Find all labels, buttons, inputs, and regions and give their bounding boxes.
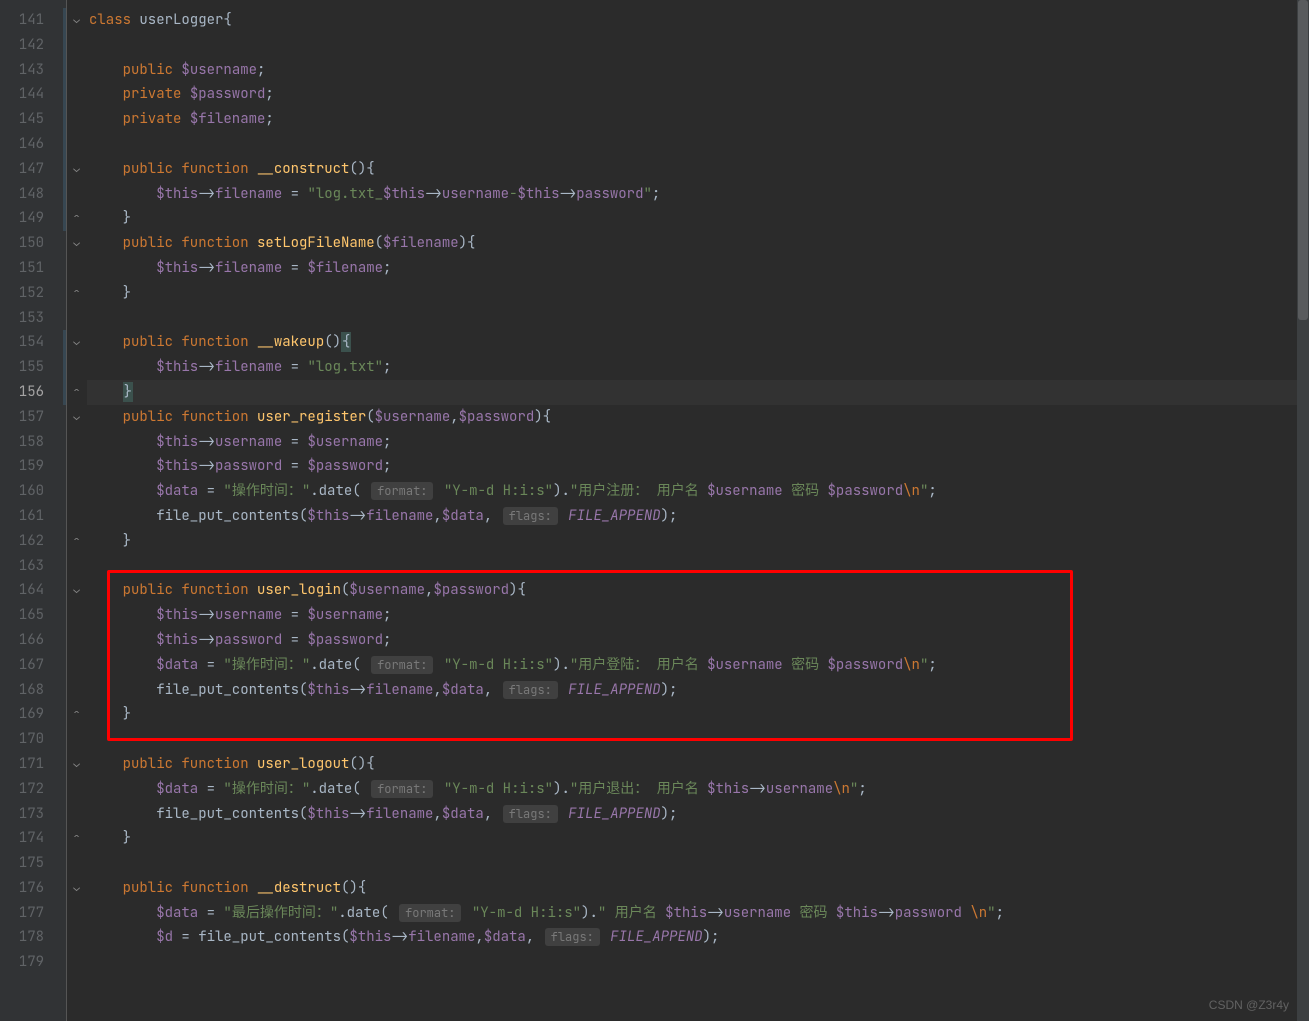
line-number[interactable]: 168 — [0, 678, 66, 703]
line-number[interactable]: 142 — [0, 33, 66, 58]
line-number[interactable]: 162 — [0, 529, 66, 554]
code-line[interactable]: $data = "最后操作时间：".date( format: "Y-m-d H… — [87, 901, 1309, 926]
code-line[interactable]: public function __construct(){ — [87, 157, 1309, 182]
code-line[interactable]: } — [87, 206, 1309, 231]
code-line[interactable]: private $filename; — [87, 107, 1309, 132]
line-number[interactable]: 151 — [0, 256, 66, 281]
code-line[interactable]: $this->filename = "log.txt_$this->userna… — [87, 182, 1309, 207]
code-line[interactable]: public function user_logout(){ — [87, 752, 1309, 777]
line-number[interactable]: 144 — [0, 82, 66, 107]
fold-open-icon[interactable]: ⌄ — [72, 884, 81, 893]
fold-open-icon[interactable]: ⌄ — [72, 413, 81, 422]
line-number[interactable]: 158 — [0, 430, 66, 455]
watermark-text: CSDN @Z3r4y — [1209, 996, 1289, 1015]
line-number[interactable]: 171 — [0, 752, 66, 777]
code-line[interactable]: public function user_register($username,… — [87, 405, 1309, 430]
fold-column[interactable]: ⌄ ⌄ ⌃ ⌄ ⌃ ⌄ ⌃ ⌄ ⌃ ⌄ ⌃ ⌄ ⌃ ⌄ — [66, 0, 87, 1021]
line-number[interactable]: 159 — [0, 454, 66, 479]
line-number[interactable]: 153 — [0, 306, 66, 331]
line-number[interactable]: 167 — [0, 653, 66, 678]
code-line[interactable]: $data = "操作时间：".date( format: "Y-m-d H:i… — [87, 479, 1309, 504]
line-number[interactable]: 164 — [0, 578, 66, 603]
fold-open-icon[interactable]: ⌄ — [72, 239, 81, 248]
line-number[interactable]: 150 — [0, 231, 66, 256]
code-line[interactable]: public function __wakeup(){ — [87, 330, 1309, 355]
line-number[interactable]: 163 — [0, 554, 66, 579]
fold-close-icon[interactable]: ⌃ — [72, 537, 81, 546]
line-number[interactable]: 178 — [0, 925, 66, 950]
line-number[interactable]: 141 — [0, 8, 66, 33]
line-number[interactable]: 155 — [0, 355, 66, 380]
line-number[interactable]: 165 — [0, 603, 66, 628]
code-line[interactable]: } — [87, 826, 1309, 851]
code-line[interactable] — [87, 950, 1309, 975]
code-line[interactable] — [87, 727, 1309, 752]
line-number[interactable]: 161 — [0, 504, 66, 529]
line-number[interactable]: 143 — [0, 58, 66, 83]
line-number[interactable]: 152 — [0, 281, 66, 306]
line-number[interactable]: 176 — [0, 876, 66, 901]
code-line[interactable]: } — [87, 281, 1309, 306]
code-line[interactable] — [87, 554, 1309, 579]
line-number[interactable]: 156 — [0, 380, 66, 405]
code-line[interactable]: public function __destruct(){ — [87, 876, 1309, 901]
line-number[interactable]: 170 — [0, 727, 66, 752]
line-number[interactable]: 175 — [0, 851, 66, 876]
line-number[interactable]: 147 — [0, 157, 66, 182]
code-line[interactable]: $this->filename = $filename; — [87, 256, 1309, 281]
line-number[interactable]: 146 — [0, 132, 66, 157]
code-line[interactable]: private $password; — [87, 82, 1309, 107]
scrollbar-thumb[interactable] — [1298, 0, 1308, 320]
fold-open-icon[interactable]: ⌄ — [72, 165, 81, 174]
code-line[interactable] — [87, 851, 1309, 876]
code-line[interactable]: public $username; — [87, 58, 1309, 83]
code-line[interactable]: class userLogger{ — [87, 8, 1309, 33]
code-line[interactable] — [87, 132, 1309, 157]
fold-open-icon[interactable]: ⌄ — [72, 16, 81, 25]
fold-close-icon[interactable]: ⌃ — [72, 710, 81, 719]
code-line[interactable]: } — [87, 529, 1309, 554]
line-number[interactable]: 179 — [0, 950, 66, 975]
line-number[interactable]: 145 — [0, 107, 66, 132]
line-number[interactable]: 166 — [0, 628, 66, 653]
line-number[interactable]: 174 — [0, 826, 66, 851]
code-line[interactable]: $this->password = $password; — [87, 454, 1309, 479]
code-editor[interactable]: 1411421431441451461471481491501511521531… — [0, 0, 1309, 1021]
fold-open-icon[interactable]: ⌄ — [72, 760, 81, 769]
line-number[interactable]: 149 — [0, 206, 66, 231]
code-line[interactable]: $this->password = $password; — [87, 628, 1309, 653]
line-number[interactable]: 160 — [0, 479, 66, 504]
fold-open-icon[interactable]: ⌄ — [72, 338, 81, 347]
fold-close-icon[interactable]: ⌃ — [72, 388, 81, 397]
fold-open-icon[interactable]: ⌄ — [72, 586, 81, 595]
code-line[interactable]: $data = "操作时间：".date( format: "Y-m-d H:i… — [87, 777, 1309, 802]
code-line[interactable]: } — [87, 380, 1309, 405]
vertical-scrollbar[interactable] — [1297, 0, 1309, 1021]
line-number[interactable]: 173 — [0, 802, 66, 827]
line-number[interactable]: 154 — [0, 330, 66, 355]
fold-close-icon[interactable]: ⌃ — [72, 214, 81, 223]
fold-close-icon[interactable]: ⌃ — [72, 834, 81, 843]
code-line[interactable]: } — [87, 702, 1309, 727]
code-line[interactable]: $d = file_put_contents($this->filename,$… — [87, 925, 1309, 950]
code-area[interactable]: class userLogger{ public $username; priv… — [87, 0, 1309, 1021]
code-line[interactable] — [87, 33, 1309, 58]
code-line[interactable]: file_put_contents($this->filename,$data,… — [87, 678, 1309, 703]
line-number[interactable]: 172 — [0, 777, 66, 802]
code-line[interactable] — [87, 306, 1309, 331]
code-line[interactable]: $this->username = $username; — [87, 603, 1309, 628]
line-number[interactable]: 157 — [0, 405, 66, 430]
line-number[interactable]: 148 — [0, 182, 66, 207]
code-line[interactable]: $data = "操作时间：".date( format: "Y-m-d H:i… — [87, 653, 1309, 678]
line-number[interactable]: 169 — [0, 702, 66, 727]
code-line[interactable]: $this->username = $username; — [87, 430, 1309, 455]
line-number[interactable]: 177 — [0, 901, 66, 926]
fold-close-icon[interactable]: ⌃ — [72, 289, 81, 298]
code-line[interactable]: public function setLogFileName($filename… — [87, 231, 1309, 256]
code-line[interactable]: file_put_contents($this->filename,$data,… — [87, 504, 1309, 529]
code-line[interactable]: public function user_login($username,$pa… — [87, 578, 1309, 603]
code-line[interactable]: file_put_contents($this->filename,$data,… — [87, 802, 1309, 827]
line-number-gutter[interactable]: 1411421431441451461471481491501511521531… — [0, 0, 66, 1021]
code-line[interactable]: $this->filename = "log.txt"; — [87, 355, 1309, 380]
